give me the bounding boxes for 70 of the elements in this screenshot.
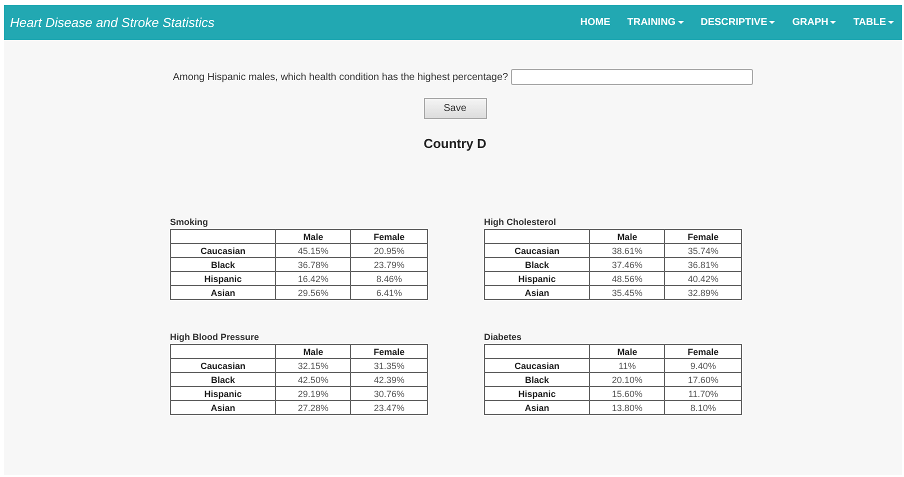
table-cell: 15.60% xyxy=(590,386,665,400)
table-cell: 16.42% xyxy=(276,272,351,286)
table-cell: 35.45% xyxy=(590,286,665,300)
row-header-cell: Hispanic xyxy=(170,272,276,286)
header-cell: Female xyxy=(664,344,742,358)
answer-field[interactable] xyxy=(511,69,754,85)
row-header-cell: Black xyxy=(484,372,590,386)
table-cell: 23.79% xyxy=(350,258,428,272)
table-cell: 11.70% xyxy=(664,386,742,400)
row-header-cell: Hispanic xyxy=(484,386,590,400)
row-header-cell: Caucasian xyxy=(170,358,276,372)
row-header-cell: Caucasian xyxy=(484,244,590,258)
row-header-cell: Caucasian xyxy=(484,358,590,372)
header-cell: Male xyxy=(276,230,351,244)
table-cell: 27.28% xyxy=(276,400,351,414)
table-cell: 36.78% xyxy=(276,258,351,272)
table-cell: 48.56% xyxy=(590,272,665,286)
table-cell: 11% xyxy=(590,358,665,372)
row-header-cell: Black xyxy=(170,258,276,272)
table-cell: 42.39% xyxy=(350,372,428,386)
header-cell: Female xyxy=(350,230,428,244)
table-cell: 29.19% xyxy=(276,386,351,400)
row-header-cell: Black xyxy=(170,372,276,386)
table-cell: 6.41% xyxy=(350,286,428,300)
table-cell: 38.61% xyxy=(590,244,665,258)
nav-item[interactable]: GRAPH xyxy=(792,17,836,28)
table-cell: 30.76% xyxy=(350,386,428,400)
table-cell: 13.80% xyxy=(590,400,665,414)
table-cell: 40.42% xyxy=(664,272,742,286)
row-header-cell: Hispanic xyxy=(484,272,590,286)
table-cell: 35.74% xyxy=(664,244,742,258)
table-cell: 42.50% xyxy=(276,372,351,386)
row-header-cell: Caucasian xyxy=(170,244,276,258)
header-cell: Male xyxy=(590,230,665,244)
save-button[interactable]: Save xyxy=(424,98,486,119)
row-header-cell: Asian xyxy=(484,400,590,414)
table-cell: 31.35% xyxy=(350,358,428,372)
nav-item[interactable]: TRAINING xyxy=(627,17,684,28)
header-cell: Male xyxy=(590,344,665,358)
table-cell: 20.10% xyxy=(590,372,665,386)
nav-item[interactable]: HOME xyxy=(580,17,610,28)
table-cell: 45.15% xyxy=(276,244,351,258)
table-title: Smoking xyxy=(170,217,210,227)
table-cell: 32.89% xyxy=(664,286,742,300)
nav-item[interactable]: DESCRIPTIVE xyxy=(700,17,776,28)
table-cell: 37.46% xyxy=(590,258,665,272)
table-cell: 8.10% xyxy=(664,400,742,414)
table-cell: 17.60% xyxy=(664,372,742,386)
table-cell: 20.95% xyxy=(350,244,428,258)
table-cell: 8.46% xyxy=(350,272,428,286)
table-cell: 36.81% xyxy=(664,258,742,272)
row-header-cell: Asian xyxy=(484,286,590,300)
table-cell: 29.56% xyxy=(276,286,351,300)
table-cell: 9.40% xyxy=(664,358,742,372)
table-title: High Blood Pressure xyxy=(170,332,260,342)
nav-item[interactable]: TABLE xyxy=(853,17,894,28)
header-cell: Female xyxy=(350,344,428,358)
question-label: Among Hispanic males, which health condition has the highest percentage? xyxy=(172,72,508,82)
row-header-cell: Asian xyxy=(170,400,276,414)
table-cell: 32.15% xyxy=(276,358,351,372)
table-title: Diabetes xyxy=(484,332,523,342)
table-title: High Cholesterol xyxy=(484,217,558,227)
row-header-cell: Black xyxy=(484,258,590,272)
header-cell: Female xyxy=(664,230,742,244)
brand-title[interactable]: Heart Disease and Stroke Statistics xyxy=(10,15,214,30)
header-cell: Male xyxy=(276,344,351,358)
country-heading: Country D xyxy=(422,136,488,151)
table-cell: 23.47% xyxy=(350,400,428,414)
row-header-cell: Asian xyxy=(170,286,276,300)
row-header-cell: Hispanic xyxy=(170,386,276,400)
